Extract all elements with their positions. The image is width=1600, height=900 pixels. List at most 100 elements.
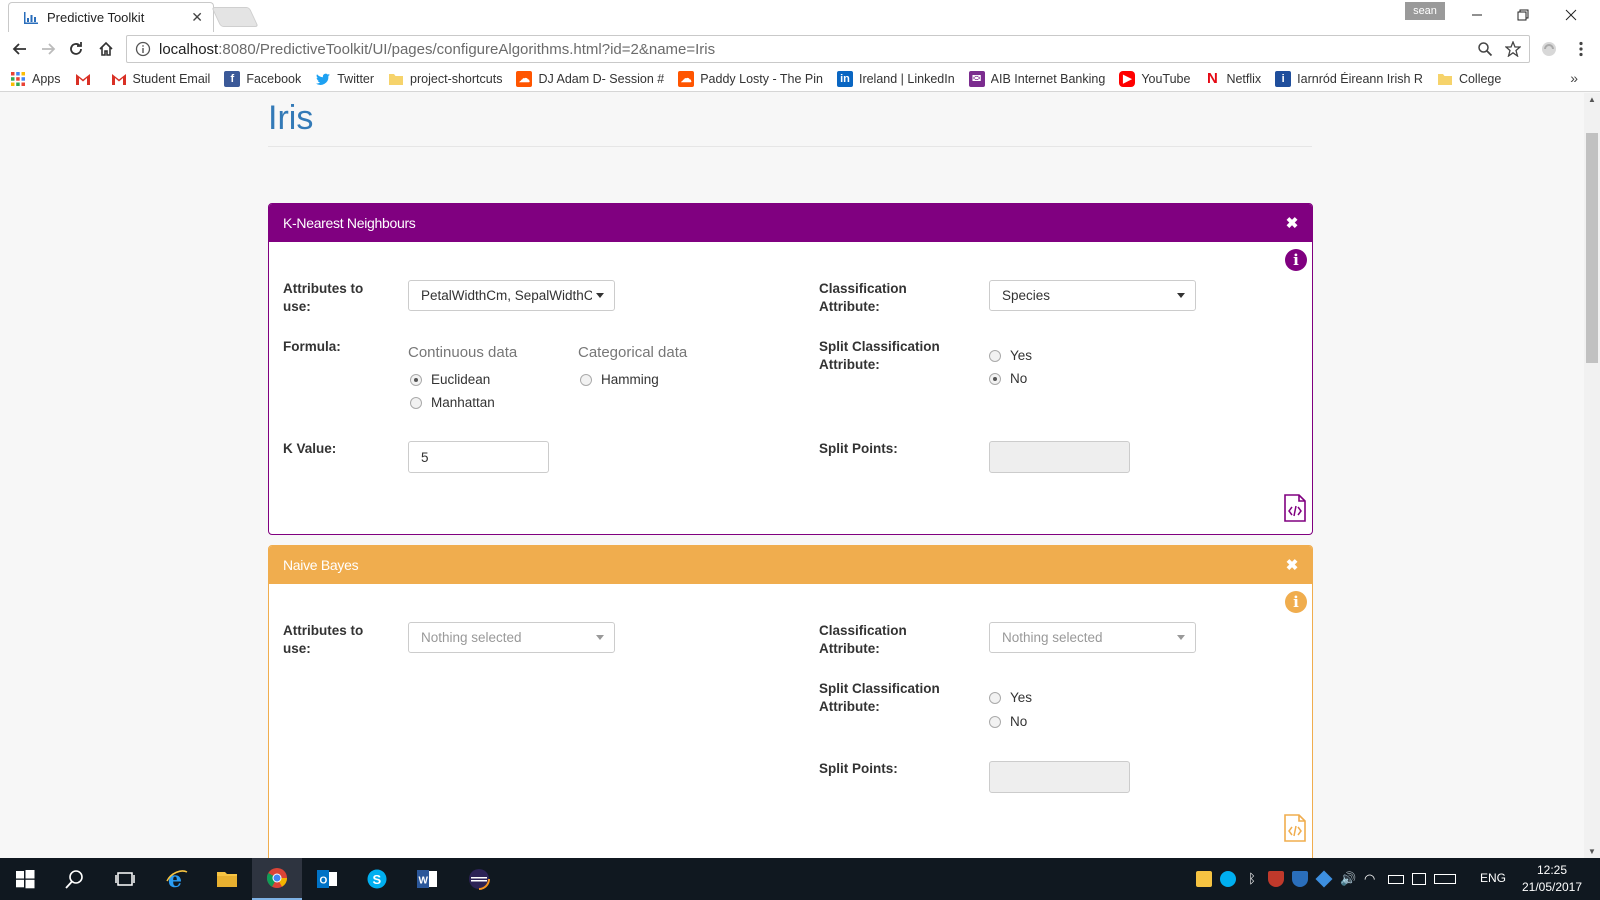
wifi-icon[interactable]: ◠ [1364, 871, 1380, 887]
radio-unselected[interactable] [580, 373, 592, 386]
bookmark-student-email[interactable]: Student Email [111, 71, 210, 87]
knn-info-icon[interactable]: i [1285, 249, 1307, 271]
bookmark-project-shortcuts[interactable]: project-shortcuts [388, 71, 502, 87]
knn-k-input[interactable]: 5 [408, 441, 549, 473]
bookmarks-bar: Apps Student Email f Facebook Twitter pr… [0, 66, 1600, 92]
minimize-button[interactable] [1454, 0, 1500, 30]
reload-button[interactable] [64, 37, 88, 61]
address-bar[interactable]: localhost:8080/PredictiveToolkit/UI/page… [126, 35, 1530, 63]
bookmarks-overflow-icon[interactable]: » [1570, 70, 1578, 86]
page-scrollbar[interactable]: ▲ ▼ [1584, 93, 1600, 858]
knn-classification-select[interactable]: Species [989, 280, 1196, 311]
home-icon [99, 41, 113, 56]
bookmark-apps[interactable]: Apps [10, 71, 61, 87]
skype-tray-icon[interactable] [1220, 871, 1236, 887]
zoom-icon[interactable] [1477, 41, 1493, 57]
soundcloud-icon: ☁ [516, 70, 533, 87]
home-button[interactable] [94, 37, 118, 61]
language-indicator[interactable]: ENG [1480, 871, 1506, 885]
bookmark-college[interactable]: College [1437, 71, 1501, 87]
phone-icon[interactable] [1196, 871, 1212, 887]
task-view-button[interactable] [100, 858, 150, 900]
nb-info-icon[interactable]: i [1285, 591, 1307, 613]
radio-unselected[interactable] [410, 396, 422, 409]
extension-icon[interactable] [1540, 40, 1558, 58]
knn-hamming-option[interactable]: Hamming [580, 372, 659, 387]
volume-icon[interactable]: 🔊 [1340, 871, 1356, 887]
clock-time: 12:25 [1536, 863, 1568, 877]
nb-classification-select[interactable]: Nothing selected [989, 622, 1196, 653]
nb-split-no-option[interactable]: No [989, 714, 1027, 729]
taskbar-chrome[interactable] [252, 858, 302, 900]
site-info-icon[interactable] [135, 41, 151, 57]
bookmark-aib[interactable]: ✉ AIB Internet Banking [968, 70, 1105, 87]
nb-split-no-label: No [1010, 714, 1028, 729]
bookmark-star-icon[interactable] [1505, 41, 1521, 57]
nb-split-points-input[interactable] [989, 761, 1130, 793]
bookmark-paddy-losty[interactable]: ☁ Paddy Losty - The Pin [678, 70, 823, 87]
radio-unselected[interactable] [989, 691, 1001, 704]
bookmark-label: Apps [32, 71, 61, 86]
nb-split-yes-option[interactable]: Yes [989, 690, 1032, 705]
scroll-up-icon[interactable]: ▲ [1588, 95, 1596, 104]
knn-code-file-icon[interactable] [1283, 494, 1307, 522]
nb-code-file-icon[interactable] [1283, 814, 1307, 842]
browser-menu-icon[interactable] [1572, 40, 1590, 58]
taskbar-word[interactable]: W [402, 858, 452, 900]
scroll-down-icon[interactable]: ▼ [1588, 847, 1596, 856]
nb-split-class-label: Split Classification Attribute: [819, 681, 940, 714]
nb-attributes-select[interactable]: Nothing selected [408, 622, 615, 653]
knn-euclidean-option[interactable]: Euclidean [410, 372, 490, 387]
defender-icon[interactable] [1292, 871, 1308, 887]
clock[interactable]: 12:25 21/05/2017 [1520, 862, 1584, 896]
taskbar-eclipse[interactable] [454, 858, 504, 900]
knn-manhattan-option[interactable]: Manhattan [410, 395, 495, 410]
tab-close-icon[interactable]: ✕ [191, 9, 203, 26]
bookmark-label: Iarnród Éireann Irish R [1297, 71, 1423, 86]
start-button[interactable] [0, 858, 50, 900]
radio-selected[interactable] [410, 373, 422, 386]
back-button[interactable] [8, 37, 32, 61]
bookmark-facebook[interactable]: f Facebook [224, 70, 301, 87]
knn-split-yes-option[interactable]: Yes [989, 348, 1032, 363]
bookmark-twitter[interactable]: Twitter [315, 71, 374, 87]
forward-button[interactable] [36, 37, 60, 61]
twitter-icon [316, 73, 331, 85]
chevron-down-icon [596, 293, 604, 298]
scrollbar-thumb[interactable] [1586, 133, 1598, 363]
taskbar-edge[interactable]: e [152, 858, 202, 900]
bookmark-label: Netflix [1226, 71, 1262, 86]
keyboard-icon[interactable] [1434, 874, 1456, 884]
close-window-button[interactable] [1548, 0, 1594, 30]
taskbar-skype[interactable]: S [352, 858, 402, 900]
nb-classification-value: Nothing selected [1002, 630, 1103, 645]
bookmark-linkedin[interactable]: in Ireland | LinkedIn [836, 70, 955, 87]
knn-attributes-select[interactable]: PetalWidthCm, SepalWidthCm [408, 280, 615, 311]
taskbar-outlook[interactable]: O [302, 858, 352, 900]
bookmark-irish-rail[interactable]: i Iarnród Éireann Irish R [1275, 70, 1423, 87]
new-tab-button[interactable] [211, 7, 259, 27]
bookmark-dj-adam[interactable]: ☁ DJ Adam D- Session # [516, 70, 664, 87]
knn-close-icon[interactable]: ✖ [1286, 214, 1299, 232]
radio-selected[interactable] [989, 372, 1001, 385]
folder-icon [1437, 73, 1452, 85]
notification-icon[interactable] [1412, 873, 1426, 885]
bookmark-label: YouTube [1141, 71, 1191, 86]
battery-icon[interactable] [1388, 874, 1404, 884]
browser-tab[interactable]: Predictive Toolkit ✕ [8, 2, 214, 32]
shield-icon[interactable] [1268, 871, 1284, 887]
radio-unselected[interactable] [989, 349, 1001, 362]
restore-button[interactable] [1500, 0, 1546, 30]
bookmark-gmail[interactable] [75, 71, 97, 87]
search-button[interactable] [50, 858, 100, 900]
bookmark-netflix[interactable]: N Netflix [1204, 70, 1262, 87]
knn-split-no-option[interactable]: No [989, 371, 1027, 386]
bookmark-youtube[interactable]: ▶ YouTube [1119, 70, 1191, 87]
knn-split-points-input[interactable] [989, 441, 1130, 473]
bluetooth-icon[interactable]: ᛒ [1244, 871, 1260, 887]
taskbar-file-explorer[interactable] [202, 858, 252, 900]
dropbox-icon[interactable] [1315, 870, 1333, 888]
profile-badge[interactable]: sean [1405, 2, 1445, 20]
radio-unselected[interactable] [989, 715, 1001, 728]
nb-close-icon[interactable]: ✖ [1286, 556, 1299, 574]
